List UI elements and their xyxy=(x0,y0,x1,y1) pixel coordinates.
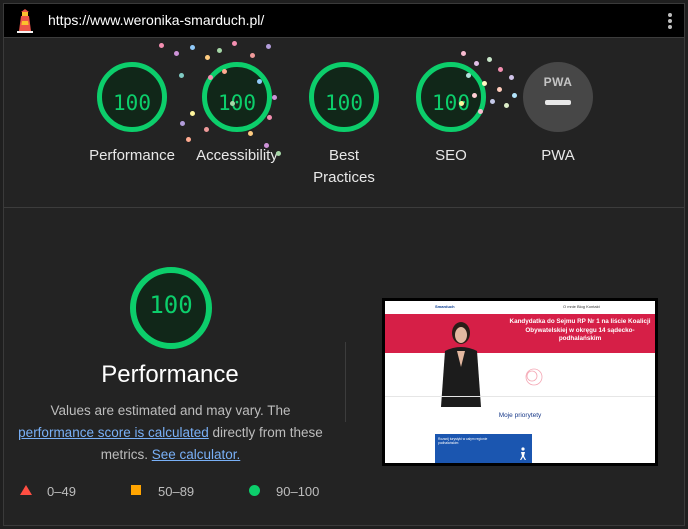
gauge-best-practices[interactable]: 100 Best Practices xyxy=(284,39,404,189)
gauge-label: Accessibility xyxy=(196,147,278,164)
lighthouse-icon xyxy=(17,9,33,33)
thumb-card-text: Rozwój turystyki w całym regionie podhal… xyxy=(438,437,488,445)
thumb-divider xyxy=(385,396,655,397)
score-calculated-link[interactable]: performance score is calculated xyxy=(18,425,209,440)
score-ring: 100 xyxy=(309,62,379,132)
hiker-icon xyxy=(520,447,526,460)
legend-range: 0–49 xyxy=(47,484,76,499)
pwa-badge-text: PWA xyxy=(543,75,573,89)
see-calculator-link[interactable]: See calculator. xyxy=(152,447,241,462)
section-divider xyxy=(4,207,684,208)
decorative-swirl-icon xyxy=(525,368,543,386)
gauge-label: Performance xyxy=(89,147,175,164)
pwa-dash-icon xyxy=(545,100,571,105)
score-summary: 100 Performance 100 Accessibility 100 Be… xyxy=(4,39,684,207)
score-value: 100 xyxy=(113,91,151,115)
thumb-nav-links: O mnie Blog Kontakt xyxy=(563,304,600,309)
gauge-label: SEO xyxy=(435,147,467,164)
score-value: 100 xyxy=(325,91,363,115)
vertical-divider xyxy=(345,342,346,422)
gauge-accessibility[interactable]: 100 Accessibility xyxy=(177,39,297,189)
gauge-pwa[interactable]: PWA PWA xyxy=(498,39,618,189)
thumb-section-title: Moje priorytety xyxy=(498,412,542,419)
gauge-label: PWA xyxy=(541,147,575,164)
gauge-label: Best Practices xyxy=(313,147,375,186)
pwa-badge-icon: PWA xyxy=(523,62,593,132)
legend-range: 50–89 xyxy=(158,484,195,499)
square-icon xyxy=(131,485,141,495)
thumb-navbar: Smarduch O mnie Blog Kontakt xyxy=(385,301,655,314)
gauge-seo[interactable]: 100 SEO xyxy=(391,39,511,189)
report-topbar: https://www.weronika-smarduch.pl/ xyxy=(4,4,684,38)
triangle-icon xyxy=(20,485,32,495)
score-ring: 100 xyxy=(202,62,272,132)
performance-note: Values are estimated and may vary. The p… xyxy=(18,400,323,466)
legend-range: 90–100 xyxy=(276,484,320,499)
thumb-headline: Kandydatka do Sejmu RP Nr 1 na liście Ko… xyxy=(509,318,651,342)
lighthouse-report: https://www.weronika-smarduch.pl/ 100 Pe… xyxy=(3,3,685,526)
performance-score-ring: 100 xyxy=(130,267,212,349)
score-ring: 100 xyxy=(97,62,167,132)
final-screenshot-thumbnail[interactable]: Smarduch O mnie Blog Kontakt Kandydatka … xyxy=(382,298,658,466)
gauge-performance[interactable]: 100 Performance xyxy=(72,39,192,189)
portrait-image xyxy=(441,322,481,407)
performance-score-value: 100 xyxy=(149,291,193,319)
report-url: https://www.weronika-smarduch.pl/ xyxy=(48,12,265,28)
circle-icon xyxy=(249,485,260,496)
performance-title: Performance xyxy=(101,361,239,388)
thumb-brand: Smarduch xyxy=(435,304,455,309)
kebab-menu-icon[interactable] xyxy=(664,11,676,31)
note-text: Values are estimated and may vary. The xyxy=(50,403,291,418)
score-value: 100 xyxy=(218,91,256,115)
